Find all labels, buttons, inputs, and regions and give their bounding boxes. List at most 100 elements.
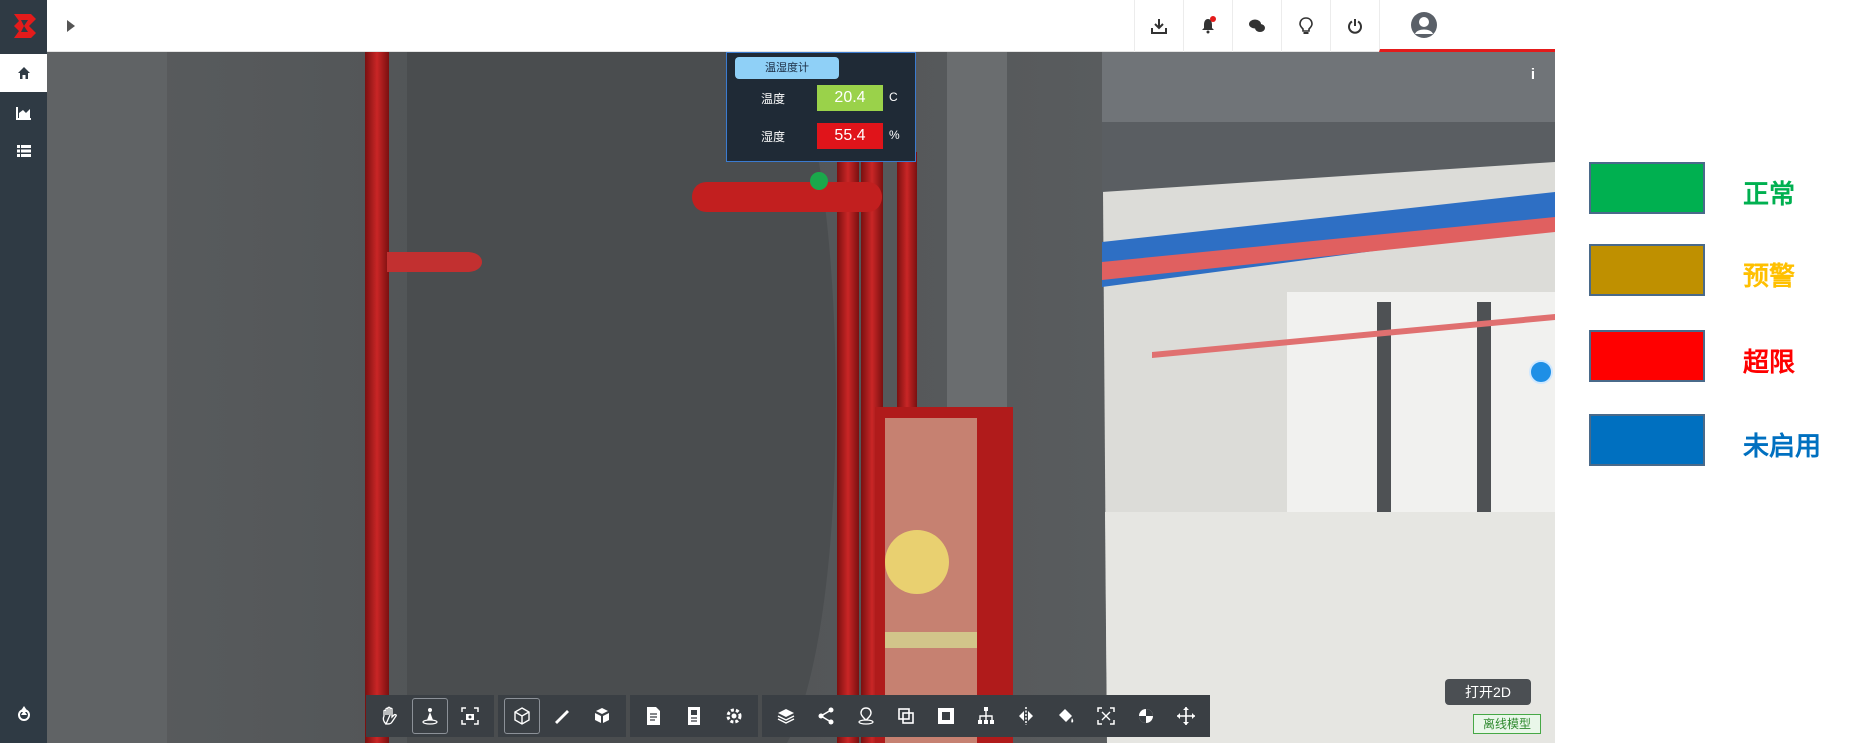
split-button[interactable] [1008, 698, 1044, 734]
camera-button[interactable] [452, 698, 488, 734]
orbit-button[interactable] [1529, 360, 1553, 384]
isolate-button[interactable] [1128, 698, 1164, 734]
split-icon [1019, 707, 1033, 725]
location-button[interactable] [848, 698, 884, 734]
model-viewport[interactable]: i 温湿度计 温度 20.4 C 湿度 55.4 % 打开2D 离线模型 [47, 52, 1555, 743]
property-button[interactable] [676, 698, 712, 734]
explode-button[interactable] [584, 698, 620, 734]
pie-icon [1139, 709, 1153, 723]
home-icon [17, 67, 30, 79]
paint-button[interactable] [1048, 698, 1084, 734]
chat-icon [1249, 19, 1265, 32]
notification-badge [1210, 16, 1216, 22]
legend-item-disabled: 未启用 [1589, 414, 1856, 470]
legend-label: 正常 [1743, 179, 1796, 209]
info-button[interactable]: i [1531, 66, 1535, 83]
sensor-unit: C [889, 90, 898, 104]
pan-button[interactable] [372, 698, 408, 734]
sensor-label: 温度 [761, 92, 786, 106]
expand-sidebar-toggle[interactable] [61, 16, 81, 36]
download-button[interactable] [1134, 0, 1183, 52]
top-toolbar [1134, 0, 1555, 52]
walk-button[interactable] [412, 698, 448, 734]
legend-swatch [1589, 244, 1705, 296]
chart-icon [15, 107, 31, 120]
move-button[interactable] [1168, 698, 1204, 734]
legend-item-warning: 预警 [1589, 244, 1856, 300]
copy-icon [898, 708, 914, 724]
lightbulb-icon [1299, 17, 1313, 34]
sensor-title: 温湿度计 [735, 57, 839, 79]
settings-button[interactable] [716, 698, 752, 734]
sidebar-item-list[interactable] [0, 132, 47, 170]
sidebar [0, 0, 47, 743]
section-icon [938, 708, 954, 724]
camera-icon [461, 707, 479, 725]
measure-button[interactable] [544, 698, 580, 734]
layers-icon [777, 709, 795, 724]
toolbar-group-view [762, 695, 1210, 737]
toolbar-group-navigation [366, 695, 494, 737]
legend-swatch [1589, 162, 1705, 214]
user-menu[interactable] [1379, 0, 1555, 52]
document-button[interactable] [636, 698, 672, 734]
caret-right-icon [67, 20, 75, 32]
sensor-label: 湿度 [761, 130, 786, 144]
open-2d-button[interactable]: 打开2D [1445, 679, 1531, 705]
walk-icon [422, 708, 438, 725]
messages-button[interactable] [1232, 0, 1281, 52]
sensor-value: 20.4 [817, 85, 883, 111]
toolbar-group-data [630, 695, 758, 737]
legend-swatch [1589, 330, 1705, 382]
download-icon [1151, 19, 1167, 34]
document-icon [647, 707, 660, 725]
paint-icon [1059, 709, 1074, 723]
section-button[interactable] [928, 698, 964, 734]
model-button[interactable] [504, 698, 540, 734]
sensor-panel[interactable]: 温湿度计 温度 20.4 C 湿度 55.4 % [726, 52, 916, 162]
legend-label: 预警 [1743, 261, 1796, 291]
legend-item-exceeded: 超限 [1589, 330, 1856, 386]
recycle-icon [17, 706, 30, 721]
top-bar [47, 0, 1555, 52]
list-icon [16, 145, 31, 157]
legend-swatch [1589, 414, 1705, 466]
sensor-row: 温度 20.4 C [727, 83, 917, 113]
legend-item-normal: 正常 [1589, 162, 1856, 218]
explode-icon [595, 708, 609, 723]
fit-icon [1097, 707, 1115, 725]
notifications-button[interactable] [1183, 0, 1232, 52]
sensor-row: 湿度 55.4 % [727, 121, 917, 151]
tree-icon [978, 707, 994, 724]
tips-button[interactable] [1281, 0, 1330, 52]
user-icon [1411, 11, 1437, 38]
tree-button[interactable] [968, 698, 1004, 734]
legend-label: 超限 [1743, 347, 1796, 377]
status-legend: 正常 预警 超限 未启用 [1555, 0, 1856, 743]
share-button[interactable] [808, 698, 844, 734]
offline-model-tag: 离线模型 [1473, 714, 1541, 734]
power-icon [1348, 19, 1362, 34]
fit-view-button[interactable] [1088, 698, 1124, 734]
sensor-status-dot[interactable] [810, 172, 828, 190]
sidebar-item-chart[interactable] [0, 94, 47, 132]
share-icon [818, 707, 834, 725]
settings-icon [726, 708, 742, 724]
sensor-unit: % [889, 128, 900, 142]
hand-icon [382, 706, 397, 725]
legend-label: 未启用 [1743, 431, 1822, 461]
copy-button[interactable] [888, 698, 924, 734]
sidebar-item-recycle[interactable] [0, 694, 47, 732]
sidebar-item-home[interactable] [0, 54, 47, 92]
bottom-toolbar [366, 695, 1210, 737]
cube-icon [514, 707, 530, 725]
move-icon [1177, 707, 1195, 725]
logo-icon [13, 14, 36, 38]
ruler-icon [555, 710, 569, 724]
property-icon [688, 707, 700, 725]
logout-button[interactable] [1330, 0, 1379, 52]
layers-button[interactable] [768, 698, 804, 734]
location-icon [858, 707, 874, 725]
app-logo[interactable] [0, 0, 47, 52]
toolbar-group-tools [498, 695, 626, 737]
